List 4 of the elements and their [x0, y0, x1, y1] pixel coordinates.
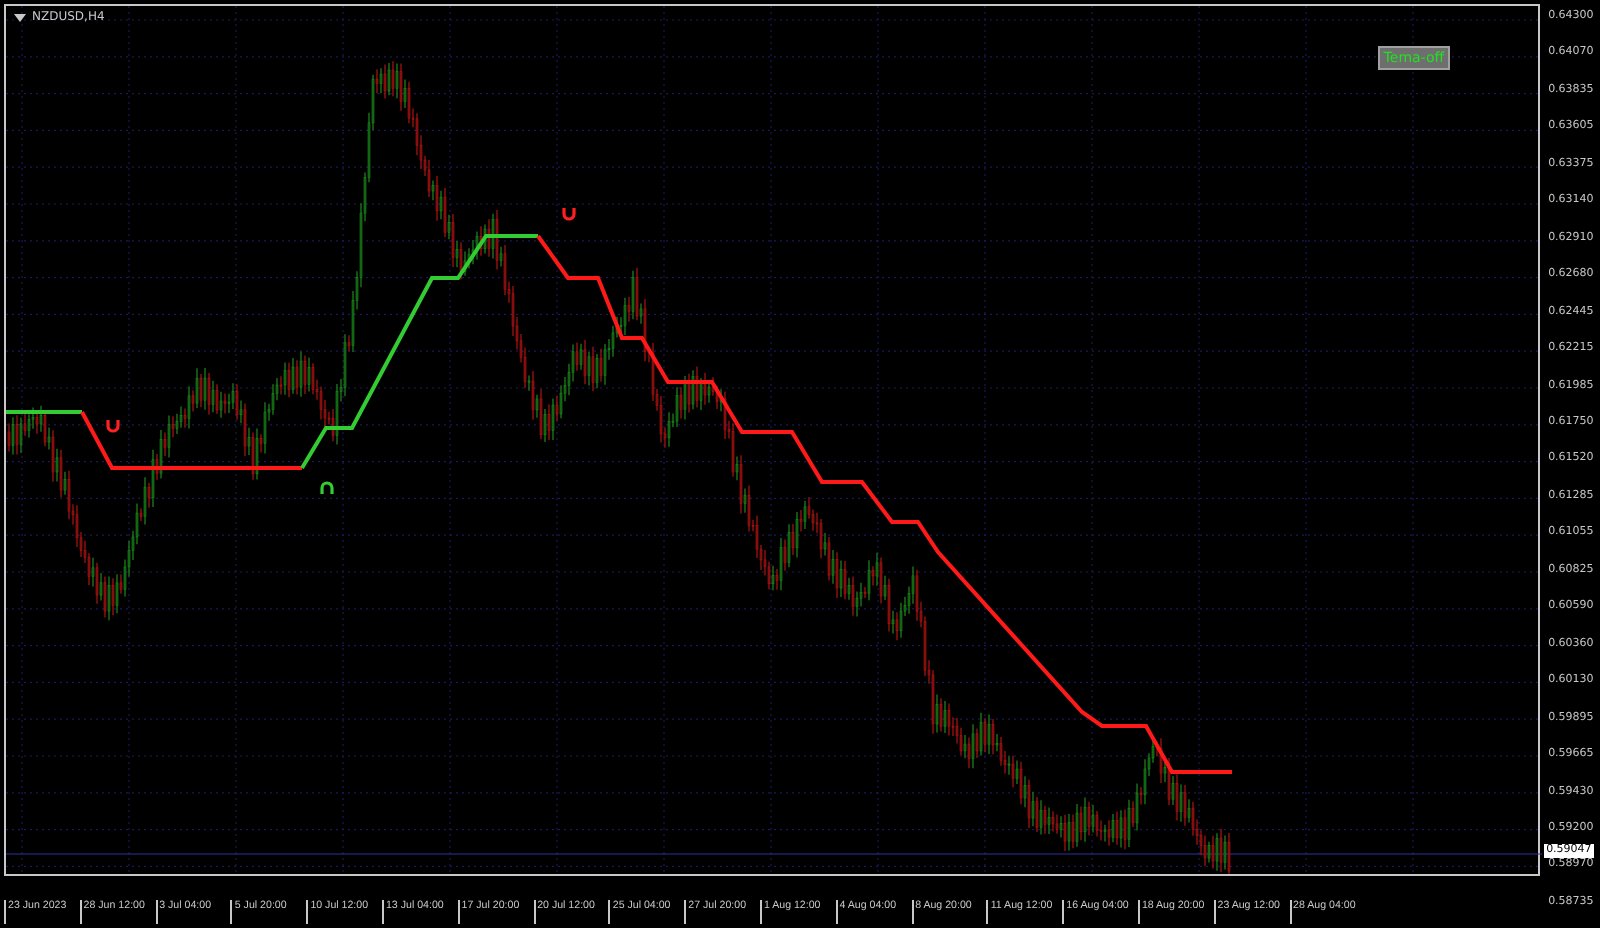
sell-signal-icon: [562, 208, 576, 221]
buy-signal-icon: [320, 481, 334, 494]
sell-signal-icon: [106, 420, 120, 433]
dropdown-triangle-icon[interactable]: [14, 13, 26, 21]
